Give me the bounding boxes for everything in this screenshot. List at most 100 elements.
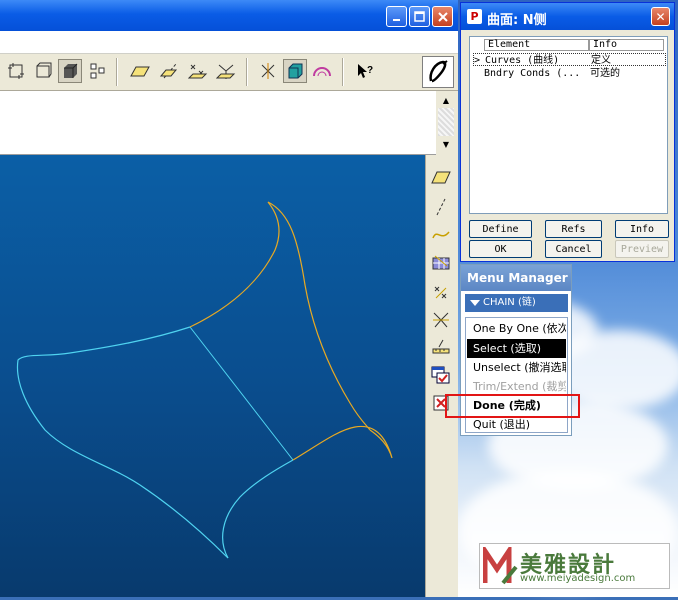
define-button[interactable]: Define (469, 220, 532, 238)
dialog-close-button[interactable]: ✕ (651, 7, 670, 26)
whats-this-button[interactable]: ? (353, 59, 377, 83)
view-box-button[interactable] (4, 59, 28, 83)
svg-text:?: ? (367, 65, 373, 76)
datum-axis-button[interactable] (158, 59, 182, 83)
menu-item-select[interactable]: Select (选取) (467, 339, 566, 358)
list-item-curves[interactable]: > Curves (曲线) 定义 (473, 53, 666, 66)
analysis-tool-button[interactable] (429, 335, 453, 359)
toolbar-separator (116, 58, 118, 86)
curve-drawing (16, 201, 393, 559)
datum-plane-icon (130, 66, 150, 77)
main-title-bar[interactable] (0, 0, 458, 31)
datum-axis-icon (436, 198, 446, 216)
main-window: ? ▲ ▼ (0, 0, 458, 597)
menu-manager-title[interactable]: Menu Manager (461, 265, 571, 291)
coord-sys-icon (433, 312, 449, 328)
main-toolbar: ? (0, 54, 458, 91)
preview-button: Preview (615, 240, 669, 258)
plane-tool-button[interactable] (429, 165, 453, 189)
orient-button[interactable] (283, 59, 307, 83)
analysis-ruler-icon (432, 339, 450, 354)
logo-mark-icon (483, 547, 518, 585)
info-button[interactable]: Info (615, 220, 669, 238)
windows-tool-button[interactable] (429, 363, 453, 387)
chain-submenu-header[interactable]: CHAIN (链) (465, 294, 568, 312)
view-box-2-button[interactable] (31, 59, 55, 83)
orange-top-curve[interactable] (189, 201, 371, 431)
datum-point-icon (188, 64, 208, 79)
render-button[interactable] (310, 59, 334, 83)
view-box-icon (8, 63, 24, 79)
curve-tool-button[interactable] (429, 223, 453, 247)
model-tree-icon (90, 63, 105, 79)
cancel-button[interactable]: Cancel (545, 240, 602, 258)
dialog-title: 曲面: N侧 (487, 13, 547, 28)
datum-plane-button[interactable] (128, 59, 152, 83)
close-icon (437, 11, 448, 22)
row-marker: > (474, 55, 481, 66)
cyan-bottom-curve[interactable] (222, 459, 294, 559)
view-box-2-icon (36, 62, 52, 78)
watermark-url: www.meiyadesign.com (520, 573, 636, 584)
element-name: Curves (曲线) (485, 55, 560, 66)
scroll-track[interactable] (438, 108, 454, 136)
message-area (0, 91, 436, 155)
point-tool-button[interactable] (429, 281, 453, 305)
ok-button[interactable]: OK (469, 240, 532, 258)
triangle-down-icon (470, 300, 480, 306)
window-check-icon (431, 366, 450, 384)
minimize-button[interactable] (386, 6, 407, 27)
datum-axis-icon (160, 63, 178, 79)
element-name: Bndry Conds (... (484, 68, 581, 79)
sketch-pen-icon (429, 60, 448, 83)
element-info: 可选的 (590, 68, 620, 79)
cyan-middle-line[interactable] (189, 326, 294, 461)
column-header-info[interactable]: Info (589, 39, 664, 51)
toolbar-separator (342, 58, 344, 86)
menu-item-unselect[interactable]: Unselect (撤消选取) (467, 358, 566, 377)
menu-bar (0, 31, 458, 54)
close-icon: ✕ (655, 9, 666, 24)
message-scrollbar[interactable]: ▲ ▼ (436, 91, 456, 154)
datum-point-button[interactable] (186, 59, 210, 83)
csys-tool-button[interactable] (429, 308, 453, 332)
shaded-cube-icon (64, 63, 78, 78)
refs-button[interactable]: Refs (545, 220, 602, 238)
model-tree-button[interactable] (86, 59, 110, 83)
submenu-label: CHAIN (链) (483, 297, 536, 308)
surface-nside-dialog: P 曲面: N侧 ✕ Element Info > Curves (曲线) 定义… (460, 2, 675, 262)
list-item-bndry-conds[interactable]: Bndry Conds (... 可选的 (473, 67, 666, 80)
axis-tool-button[interactable] (429, 195, 453, 219)
close-button[interactable] (432, 6, 453, 27)
maximize-icon (414, 11, 425, 22)
toolbar-separator (246, 58, 248, 86)
render-icon (313, 67, 331, 77)
highlight-annotation-box (445, 394, 580, 418)
spin-center-icon (261, 63, 275, 79)
sketch-button[interactable] (422, 56, 454, 88)
dialog-title-bar[interactable]: P 曲面: N侧 ✕ (461, 3, 674, 30)
cyan-boundary-curve[interactable] (16, 326, 229, 559)
datum-toolbar (425, 155, 458, 597)
menu-item-one-by-one[interactable]: One By One (依次) (467, 319, 566, 338)
orange-right-curve[interactable] (292, 425, 393, 461)
coord-sys-button[interactable] (214, 59, 238, 83)
datum-point-icon (434, 286, 447, 299)
graphics-viewport[interactable] (0, 155, 425, 597)
scroll-up-arrow[interactable]: ▲ (439, 94, 453, 106)
element-list[interactable]: Element Info > Curves (曲线) 定义 Bndry Cond… (469, 36, 668, 214)
spin-center-button[interactable] (256, 59, 280, 83)
sketch-grid-icon (432, 255, 450, 270)
sketch-datum-button[interactable] (429, 251, 453, 275)
app-icon: P (467, 9, 482, 24)
scroll-down-arrow[interactable]: ▼ (439, 138, 453, 150)
minimize-icon (392, 18, 400, 21)
whats-this-icon: ? (358, 64, 373, 78)
shaded-view-button[interactable] (58, 59, 82, 83)
column-header-element[interactable]: Element (484, 39, 589, 51)
orient-cube-icon (288, 63, 303, 79)
datum-plane-icon (431, 171, 451, 184)
coord-sys-icon (216, 64, 236, 79)
maximize-button[interactable] (409, 6, 430, 27)
element-info: 定义 (591, 55, 611, 66)
